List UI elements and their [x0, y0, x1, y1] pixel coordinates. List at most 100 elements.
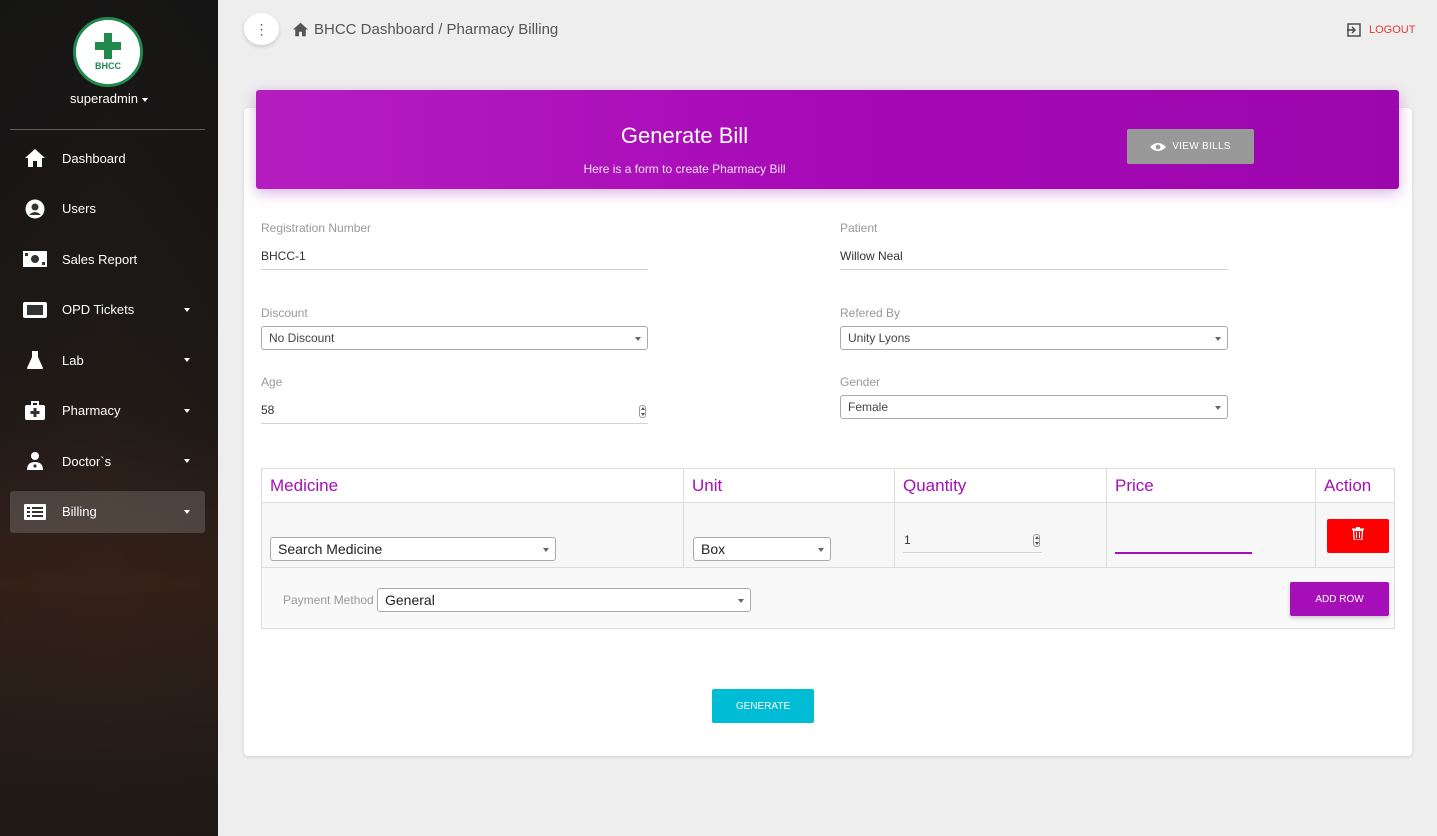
- age-input[interactable]: 58: [261, 403, 274, 417]
- sidebar-item-lab[interactable]: Lab: [10, 339, 205, 381]
- gender-select[interactable]: Female: [840, 395, 1228, 419]
- patient-label: Patient: [840, 221, 878, 235]
- sidebar: BHCC superadmin Dashboard Users Sales Re…: [0, 0, 218, 836]
- registration-label: Registration Number: [261, 221, 372, 235]
- bill-card: [244, 108, 1412, 756]
- more-vertical-icon: ⋮: [254, 20, 269, 37]
- chevron-down-icon: [1215, 406, 1221, 410]
- sidebar-item-label: OPD Tickets: [62, 302, 135, 317]
- page-title: Generate Bill: [620, 123, 749, 148]
- view-bills-label: VIEW BILLS: [1172, 141, 1231, 152]
- sidebar-item-users[interactable]: Users: [10, 188, 205, 230]
- payment-row: Payment Method General: [262, 568, 1394, 628]
- chevron-down-icon: [635, 337, 641, 341]
- caret-down-icon: [141, 97, 148, 102]
- user-menu[interactable]: superadmin: [0, 91, 218, 106]
- user-circle-icon: [23, 197, 47, 221]
- sidebar-item-opd-tickets[interactable]: OPD Tickets: [10, 289, 205, 331]
- unit-value: Box: [701, 541, 726, 557]
- add-row-button[interactable]: ADD ROW: [1290, 582, 1389, 616]
- table-cell-quantity: 1: [895, 503, 1107, 568]
- breadcrumb: BHCC Dashboard / Pharmacy Billing: [292, 21, 558, 38]
- payment-method-select[interactable]: General: [377, 588, 751, 612]
- sidebar-item-label: Doctor`s: [62, 453, 112, 469]
- chevron-down-icon: [738, 599, 744, 603]
- referred-by-label: Refered By: [840, 306, 901, 320]
- payment-method-label: Payment Method: [283, 593, 374, 607]
- home-icon[interactable]: [292, 22, 309, 37]
- sidebar-nav: Dashboard Users Sales Report OPD Tickets: [10, 137, 205, 541]
- list-icon: [23, 500, 47, 524]
- medicine-table: Medicine Unit Quantity Price Action Sear…: [261, 468, 1395, 629]
- caret-down-icon: [184, 307, 190, 312]
- logout-label: LOGOUT: [1369, 24, 1416, 36]
- sidebar-item-pharmacy[interactable]: Pharmacy: [10, 390, 205, 432]
- gender-label: Gender: [840, 375, 881, 389]
- sidebar-item-label: Dashboard: [62, 150, 126, 166]
- unit-select[interactable]: Box: [693, 537, 831, 561]
- breadcrumb-text: BHCC Dashboard / Pharmacy Billing: [314, 21, 559, 38]
- column-header-quantity: Quantity: [895, 469, 1107, 503]
- logout-icon: [1347, 23, 1361, 37]
- eye-icon: [1150, 142, 1167, 152]
- age-stepper[interactable]: [639, 405, 646, 418]
- chevron-down-icon: [818, 548, 824, 552]
- discount-select[interactable]: No Discount: [261, 326, 648, 350]
- column-header-action: Action: [1316, 469, 1394, 503]
- ticket-icon: [23, 298, 47, 322]
- medicine-search-select[interactable]: Search Medicine: [270, 537, 556, 561]
- referred-by-select[interactable]: Unity Lyons: [840, 326, 1228, 350]
- sidebar-item-billing[interactable]: Billing: [10, 490, 205, 533]
- column-header-price: Price: [1107, 469, 1316, 503]
- quantity-underline: [903, 552, 1042, 553]
- view-bills-button[interactable]: VIEW BILLS: [1127, 129, 1254, 164]
- sidebar-item-doctors[interactable]: Doctor`s: [10, 440, 205, 482]
- discount-label: Discount: [261, 306, 308, 320]
- home-icon: [23, 146, 47, 170]
- price-underline: [1115, 552, 1252, 554]
- username: superadmin: [70, 91, 138, 106]
- sidebar-item-label: Sales Report: [62, 251, 138, 267]
- quantity-input[interactable]: 1: [904, 533, 911, 547]
- table-cell-price: [1107, 503, 1316, 568]
- column-header-unit: Unit: [684, 469, 895, 503]
- patient-underline: [840, 269, 1228, 270]
- table-cell-medicine: Search Medicine: [262, 503, 684, 568]
- referred-by-value: Unity Lyons: [848, 331, 911, 345]
- gender-value: Female: [848, 400, 889, 414]
- doctor-icon: [23, 449, 47, 473]
- caret-down-icon: [184, 358, 190, 362]
- sidebar-item-sales-report[interactable]: Sales Report: [10, 238, 205, 280]
- money-icon: [23, 247, 47, 271]
- sidebar-item-label: Users: [62, 201, 96, 216]
- page-subtitle: Here is a form to create Pharmacy Bill: [583, 162, 786, 176]
- medkit-icon: [23, 399, 47, 423]
- caret-down-icon: [184, 459, 190, 463]
- sidebar-toggle-button[interactable]: ⋮: [244, 13, 279, 45]
- age-underline: [261, 423, 648, 424]
- payment-method-value: General: [385, 592, 435, 608]
- sidebar-item-dashboard[interactable]: Dashboard: [10, 137, 205, 179]
- logo: BHCC: [73, 17, 143, 87]
- quantity-stepper[interactable]: [1033, 534, 1040, 547]
- chevron-down-icon: [543, 548, 549, 552]
- caret-down-icon: [184, 509, 190, 514]
- logout-link[interactable]: LOGOUT: [1347, 23, 1415, 37]
- sidebar-item-label: Pharmacy: [62, 403, 121, 418]
- registration-underline: [261, 269, 648, 270]
- discount-value: No Discount: [269, 331, 335, 345]
- patient-input[interactable]: Willow Neal: [840, 249, 903, 263]
- caret-down-icon: [184, 408, 190, 413]
- medicine-value: Search Medicine: [278, 541, 383, 557]
- trash-icon: [1352, 527, 1364, 545]
- chevron-down-icon: [1215, 337, 1221, 341]
- medical-cross-icon: [95, 33, 121, 59]
- age-label: Age: [261, 375, 283, 389]
- table-cell-unit: Box: [684, 503, 895, 568]
- delete-row-button[interactable]: [1327, 519, 1389, 553]
- sidebar-divider: [10, 129, 205, 130]
- column-header-medicine: Medicine: [262, 469, 684, 503]
- registration-input[interactable]: BHCC-1: [261, 249, 306, 263]
- card-header: Generate Bill Here is a form to create P…: [256, 90, 1399, 189]
- generate-button[interactable]: GENERATE: [712, 689, 814, 723]
